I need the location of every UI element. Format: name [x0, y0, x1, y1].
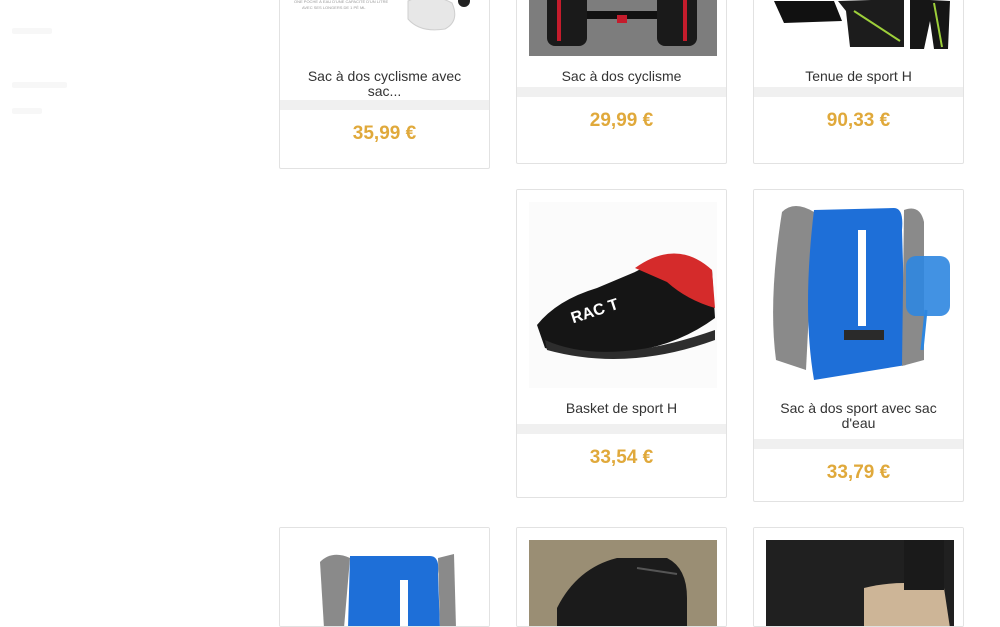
- divider: [754, 87, 963, 97]
- product-card[interactable]: Tenue de sport H 90,33 €: [753, 0, 964, 164]
- product-card[interactable]: Sac à dos sport avec sac d'eau 33,79 €: [753, 189, 964, 502]
- product-price: 90,33 €: [826, 110, 891, 131]
- product-name[interactable]: Sac à dos cyclisme: [517, 69, 726, 84]
- product-image[interactable]: RAC T: [517, 190, 726, 390]
- product-image[interactable]: [280, 528, 489, 626]
- sidebar-placeholder: [12, 108, 42, 114]
- product-image[interactable]: [517, 528, 726, 626]
- product-card[interactable]: [753, 527, 964, 627]
- product-card[interactable]: [279, 527, 490, 627]
- svg-text:AVEC SES LONGERS DE 1 PÉ ML: AVEC SES LONGERS DE 1 PÉ ML: [302, 5, 366, 10]
- product-image[interactable]: [754, 0, 963, 56]
- sidebar-placeholder: [12, 28, 52, 34]
- divider: [754, 439, 963, 449]
- product-card[interactable]: RAC T Basket de sport H 33,54 €: [516, 189, 727, 498]
- product-image[interactable]: [754, 190, 963, 390]
- svg-text:ONE POCHE À EAU D'UNE CAPACITÉ: ONE POCHE À EAU D'UNE CAPACITÉ D'UN LITR…: [294, 0, 388, 4]
- product-price: 33,54 €: [589, 447, 654, 468]
- product-price: 33,79 €: [826, 462, 891, 483]
- divider: [280, 100, 489, 110]
- product-card[interactable]: [516, 527, 727, 627]
- divider: [517, 424, 726, 434]
- product-image[interactable]: [754, 528, 963, 626]
- product-name[interactable]: Basket de sport H: [517, 401, 726, 416]
- product-card[interactable]: Sac à dos cyclisme 29,99 €: [516, 0, 727, 164]
- product-price: 35,99 €: [352, 123, 417, 144]
- product-image[interactable]: ONE POCHE À EAU D'UNE CAPACITÉ D'UN LITR…: [280, 0, 489, 51]
- product-name[interactable]: Tenue de sport H: [754, 69, 963, 84]
- sidebar-placeholder: [12, 82, 67, 88]
- product-name[interactable]: Sac à dos cyclisme avec sac...: [280, 69, 489, 100]
- product-price: 29,99 €: [589, 110, 654, 131]
- product-name[interactable]: Sac à dos sport avec sac d'eau: [754, 401, 963, 431]
- product-image[interactable]: [517, 0, 726, 56]
- product-card[interactable]: ONE POCHE À EAU D'UNE CAPACITÉ D'UN LITR…: [279, 0, 490, 169]
- divider: [517, 87, 726, 97]
